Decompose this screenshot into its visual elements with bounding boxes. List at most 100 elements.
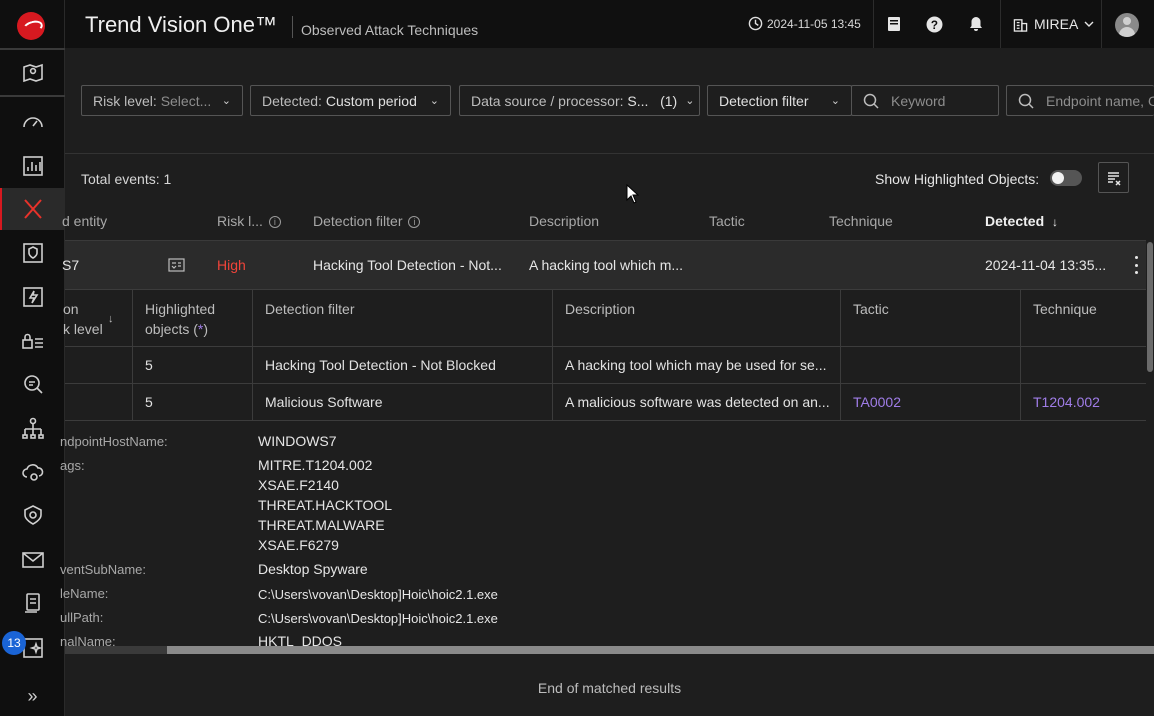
sub-col-highlighted-header[interactable]: Highlighted objects (*) (145, 299, 215, 339)
data-source-filter[interactable]: Data source / processor: S... (1) ⌄ (459, 85, 700, 116)
cloud-gear-icon (21, 464, 43, 481)
sidebar-item-cloud[interactable] (0, 451, 65, 493)
data-source-label: Data source / processor: (471, 92, 624, 109)
col-risk-header[interactable]: Risk l... i (217, 213, 281, 229)
title-divider (292, 16, 293, 38)
row-risk-level: High (217, 257, 246, 273)
sub-row-filter: Malicious Software (265, 394, 383, 410)
sidebar-divider (0, 95, 65, 97)
sidebar-item-threat[interactable] (0, 276, 65, 318)
grid-line (552, 289, 553, 421)
chevron-down-icon: ⌄ (830, 95, 840, 107)
technique-link[interactable]: T1204.002 (1033, 394, 1100, 410)
col-description-header[interactable]: Description (529, 213, 599, 229)
col-technique-header[interactable]: Technique (829, 213, 893, 229)
sub-col-tactic-header[interactable]: Tactic (853, 299, 889, 319)
map-icon (22, 63, 43, 83)
chevron-down-icon: ⌄ (685, 95, 695, 107)
help-icon: ? (926, 16, 942, 32)
detail-key: ndpointHostName: (60, 434, 168, 449)
sidebar-item-search[interactable] (0, 363, 65, 405)
grid-line (65, 420, 1146, 421)
grid-line (1020, 289, 1021, 421)
sidebar-item-email[interactable] (0, 539, 65, 581)
endpoint-search-input[interactable]: Endpoint name, O (1006, 85, 1154, 116)
column-settings-button[interactable] (1098, 162, 1129, 193)
sidebar-item-response[interactable] (0, 232, 65, 274)
sidebar-item-reports[interactable] (0, 145, 65, 187)
tactic-link[interactable]: TA0002 (853, 394, 901, 410)
search-icon (1018, 93, 1034, 109)
row-more-menu-icon[interactable] (1135, 256, 1139, 274)
gauge-icon (22, 117, 43, 128)
expand-details-icon[interactable] (168, 258, 185, 272)
detail-value: WINDOWS7 (258, 433, 337, 449)
col-entity-header[interactable]: d entity (62, 213, 107, 229)
vertical-scrollbar-thumb[interactable] (1147, 242, 1153, 372)
sidebar-item-map[interactable] (0, 52, 65, 94)
sub-col-detection-filter-header[interactable]: Detection filter (265, 299, 354, 319)
sub-col-risk-header[interactable]: on k level (63, 299, 103, 339)
detection-filter-dropdown[interactable]: Detection filter ⌄ (707, 85, 852, 116)
detected-filter[interactable]: Detected: Custom period ⌄ (250, 85, 451, 116)
notifications-button[interactable] (964, 12, 988, 36)
risk-level-label: Risk level: (93, 92, 157, 109)
sidebar-item-xdr[interactable] (0, 188, 65, 230)
table-row[interactable]: S7 High Hacking Tool Detection - Not... … (62, 240, 1146, 289)
grid-line (132, 289, 133, 421)
help-button[interactable]: ? (922, 12, 946, 36)
column-settings-icon (1107, 171, 1121, 186)
sidebar-item-security-ops[interactable] (0, 494, 65, 536)
sub-row-count: 5 (145, 357, 153, 373)
horizontal-scrollbar-thumb[interactable] (167, 646, 1154, 654)
keyword-search-input[interactable]: Keyword (851, 85, 999, 116)
sidebar-item-network[interactable] (0, 407, 65, 449)
risk-level-filter[interactable]: Risk level: Select... ⌄ (81, 85, 243, 116)
detected-value: Custom period (325, 92, 417, 109)
org-selector[interactable]: MIREA (1013, 16, 1094, 32)
trend-logo[interactable] (17, 12, 45, 40)
show-highlighted-label: Show Highlighted Objects: (875, 171, 1040, 187)
header-divider (873, 0, 874, 48)
sidebar-item-policy[interactable] (0, 320, 65, 362)
filter-bar: Risk level: Select... ⌄ Detected: Custom… (65, 48, 1154, 154)
detail-value: Desktop Spyware (258, 561, 368, 577)
col-detected-header[interactable]: Detected ↓ (985, 213, 1058, 229)
sidebar-item-devices[interactable] (0, 583, 65, 625)
risk-level-placeholder: Select... (160, 92, 212, 109)
detail-key: ventSubName: (60, 562, 146, 577)
col-risk-label: Risk l... (217, 213, 263, 229)
sub-col-technique-header[interactable]: Technique (1033, 299, 1097, 319)
total-events-count: 1 (163, 171, 172, 187)
grid-line (65, 346, 1146, 347)
col-detection-filter-header[interactable]: Detection filter i (313, 213, 421, 229)
row-detected: 2024-11-04 13:35... (985, 257, 1107, 273)
sub-col-highlighted-line1: Highlighted (145, 301, 216, 317)
col-tactic-header[interactable]: Tactic (709, 213, 745, 229)
sidebar-item-dashboard[interactable] (0, 101, 65, 143)
xdr-icon (23, 199, 42, 219)
sort-down-icon: ↓ (1052, 215, 1059, 229)
info-icon[interactable]: i (408, 216, 421, 228)
info-icon[interactable]: i (268, 216, 281, 228)
chart-icon (22, 156, 43, 176)
detail-tag: THREAT.MALWARE (258, 517, 385, 533)
org-name: MIREA (1034, 16, 1079, 32)
eye-shield-icon (23, 505, 42, 525)
user-avatar[interactable] (1115, 13, 1139, 37)
datetime-text: 2024-11-05 13:45 (767, 16, 861, 31)
chevron-down-icon: ⌄ (429, 95, 439, 107)
hand-shield-icon (22, 243, 43, 263)
notification-count-badge: 13 (2, 631, 26, 655)
detail-key: ags: (60, 458, 85, 473)
detail-tag: XSAE.F2140 (258, 477, 339, 493)
sidebar-expand-button[interactable]: » (0, 675, 65, 716)
datetime-display[interactable]: 2024-11-05 13:45 (748, 16, 861, 31)
sub-col-description-header[interactable]: Description (565, 299, 635, 319)
expand-icon: » (27, 685, 38, 706)
grid-line (252, 289, 253, 421)
notes-button[interactable] (882, 12, 906, 36)
left-nav-sidebar: 13 » (0, 0, 65, 716)
show-highlighted-toggle[interactable] (1050, 170, 1082, 186)
detail-key: leName: (60, 586, 109, 601)
